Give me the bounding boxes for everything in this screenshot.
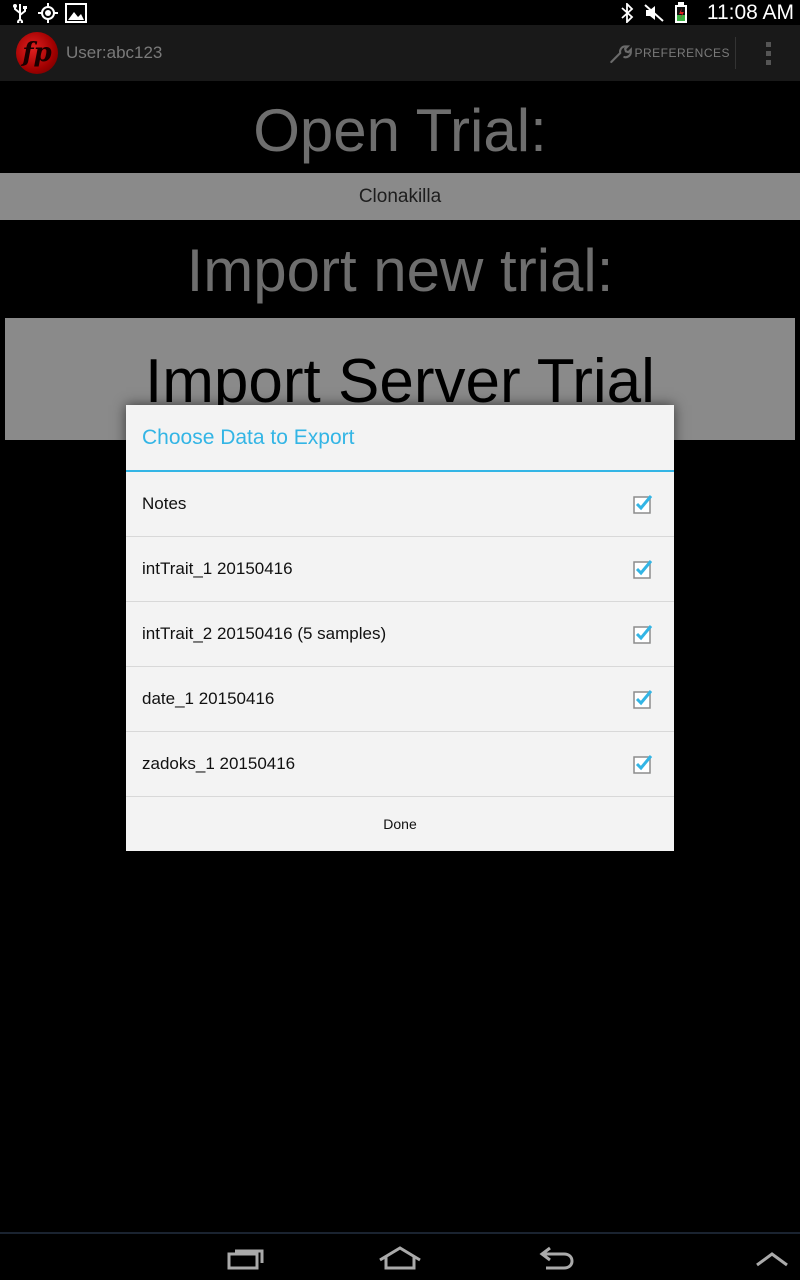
home-button[interactable] (376, 1242, 424, 1274)
show-menu-button[interactable] (748, 1242, 796, 1274)
option-label: date_1 20150416 (142, 689, 275, 708)
overflow-dot (765, 59, 771, 65)
option-label: intTrait_2 20150416 (5 samples) (142, 624, 387, 643)
option-label: intTrait_1 20150416 (142, 559, 293, 578)
preferences-label: PREFERENCES (634, 46, 730, 60)
preferences-button[interactable]: PREFERENCES (608, 33, 730, 73)
muted-icon (642, 2, 666, 23)
export-dialog: Choose Data to Export Notes intTrait_1 2… (126, 405, 674, 851)
overflow-dot (765, 50, 771, 56)
export-option-inttrait-2[interactable]: intTrait_2 20150416 (5 samples) (126, 602, 674, 667)
overflow-dot (765, 41, 771, 47)
gps-icon (36, 2, 60, 23)
wrench-icon (610, 45, 632, 64)
overflow-menu-button[interactable] (752, 33, 784, 73)
battery-charging-icon (672, 1, 690, 23)
done-button[interactable]: Done (126, 797, 674, 851)
export-option-notes[interactable]: Notes (126, 472, 674, 537)
back-icon (539, 1246, 574, 1270)
home-icon (379, 1246, 421, 1270)
import-trial-heading: Import new trial: (186, 237, 614, 304)
back-button[interactable] (532, 1242, 580, 1274)
checkbox-checked-icon[interactable] (633, 689, 653, 709)
app-logo-icon: fp (22, 38, 52, 68)
action-bar: fp User:abc123 PREFERENCES (0, 25, 800, 81)
checkbox-checked-icon[interactable] (633, 494, 653, 514)
status-time: 11:08 AM (706, 1, 794, 24)
app-logo[interactable]: fp (16, 32, 58, 74)
export-option-zadoks-1[interactable]: zadoks_1 20150416 (126, 732, 674, 797)
checkbox-checked-icon[interactable] (633, 754, 653, 774)
bluetooth-icon (618, 2, 636, 23)
image-icon (64, 2, 88, 23)
checkbox-checked-icon[interactable] (633, 624, 653, 644)
export-option-date-1[interactable]: date_1 20150416 (126, 667, 674, 732)
option-label: Notes (142, 494, 187, 513)
export-options-list: Notes intTrait_1 20150416 intTrait_2 201… (126, 472, 674, 797)
option-label: zadoks_1 20150416 (142, 754, 296, 773)
open-trial-heading: Open Trial: (253, 97, 547, 164)
checkbox-checked-icon[interactable] (633, 559, 653, 579)
dialog-title: Choose Data to Export (142, 426, 355, 449)
recent-apps-button[interactable] (222, 1242, 270, 1274)
navigation-bar (0, 1232, 800, 1280)
recent-apps-icon (227, 1249, 264, 1270)
usb-icon (10, 2, 30, 23)
chevron-up-icon (756, 1252, 788, 1267)
export-option-inttrait-1[interactable]: intTrait_1 20150416 (126, 537, 674, 602)
user-label: User:abc123 (66, 43, 163, 62)
action-bar-divider (735, 37, 736, 69)
status-bar: 11:08 AM (0, 0, 800, 25)
open-trial-button[interactable]: Clonakilla (0, 173, 800, 220)
